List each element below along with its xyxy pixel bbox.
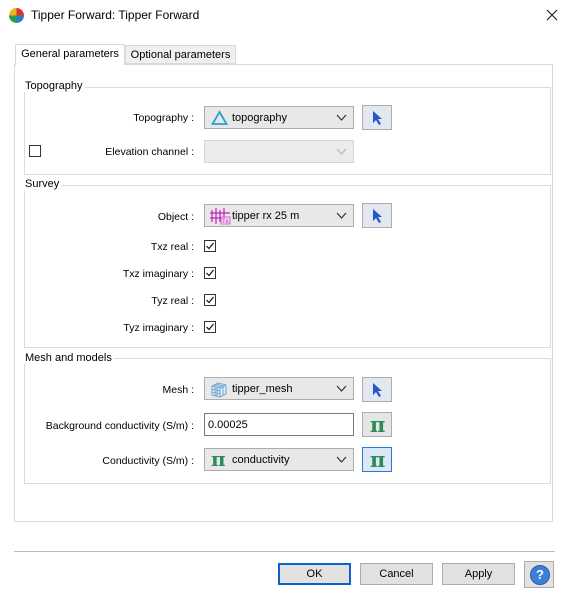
help-icon: ? [530,565,550,585]
topography-value: topography [232,112,288,124]
cursor-arrow-icon [373,383,382,397]
object-label: Object : [157,211,194,223]
mesh-pick-button[interactable] [362,377,392,402]
tyz-real-checkbox[interactable] [204,294,216,306]
conductivity-pi-button[interactable]: π [362,447,392,472]
topography-pick-button[interactable] [362,105,392,130]
chevron-down-icon [336,212,347,219]
topography-combo[interactable]: topography [204,106,354,129]
conductivity-value: conductivity [232,454,290,466]
tyz-imaginary-label: Tyz imaginary : [123,322,194,334]
tyz-imaginary-checkbox[interactable] [204,321,216,333]
txz-imaginary-checkbox[interactable] [204,267,216,279]
background-conductivity-label: Background conductivity (S/m) : [45,420,194,432]
pi-icon: π [211,447,226,471]
app-icon [9,8,24,23]
close-icon [546,9,558,21]
txz-imaginary-label: Txz imaginary : [122,268,194,280]
topography-group-title: Topography [23,80,85,92]
survey-group-title: Survey [23,178,62,190]
mesh-group-title: Mesh and models [23,352,114,364]
window-title: Tipper Forward: Tipper Forward [31,8,200,22]
cursor-arrow-icon [373,111,382,125]
svg-text:Tx: Tx [222,219,229,225]
topography-label: Topography : [133,112,194,124]
txz-real-checkbox[interactable] [204,240,216,252]
elevation-channel-combo[interactable] [204,140,354,163]
mesh-label: Mesh : [162,384,194,396]
background-conductivity-pi-button[interactable]: π [362,412,392,437]
pi-icon: π [370,412,386,437]
tyz-real-label: Tyz real : [151,295,194,307]
apply-button[interactable]: Apply [442,563,515,585]
pi-icon: π [370,447,386,472]
checkmark-icon [206,269,214,277]
checkmark-icon [206,323,214,331]
chevron-down-icon [336,148,347,155]
help-button[interactable]: ? [524,561,554,588]
chevron-down-icon [336,456,347,463]
elevation-channel-label: Elevation channel : [105,146,194,158]
object-pick-button[interactable] [362,203,392,228]
mesh-value: tipper_mesh [232,383,293,395]
ok-button[interactable]: OK [278,563,351,585]
tab-general-parameters[interactable]: General parameters [15,44,125,65]
checkmark-icon [206,296,214,304]
receiver-points-icon: Tx [210,208,231,225]
chevron-down-icon [336,385,347,392]
object-combo[interactable]: Tx tipper rx 25 m [204,204,354,227]
footer-separator [14,551,555,552]
mesh-cube-icon [211,382,227,398]
object-value: tipper rx 25 m [232,210,300,222]
background-conductivity-input[interactable]: 0.00025 [204,413,354,436]
conductivity-label: Conductivity (S/m) : [102,455,194,467]
cancel-button[interactable]: Cancel [360,563,433,585]
tab-optional-parameters[interactable]: Optional parameters [125,45,236,64]
triangle-surface-icon [211,110,228,125]
txz-real-label: Txz real : [150,241,194,253]
chevron-down-icon [336,114,347,121]
cursor-arrow-icon [373,209,382,223]
title-bar: Tipper Forward: Tipper Forward [0,0,569,31]
close-button[interactable] [541,5,563,25]
checkmark-icon [206,242,214,250]
conductivity-combo[interactable]: π conductivity [204,447,354,471]
mesh-combo[interactable]: tipper_mesh [204,377,354,400]
